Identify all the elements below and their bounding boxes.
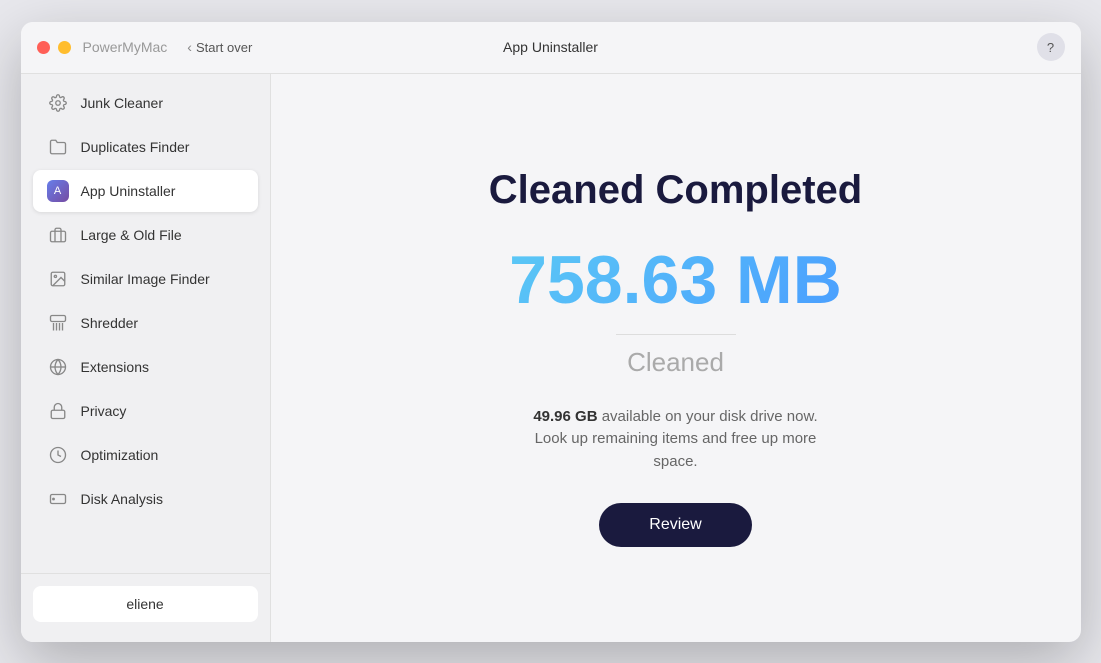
sidebar-item-similar-image-finder[interactable]: Similar Image Finder <box>33 258 258 300</box>
sidebar-item-label-disk-analysis: Disk Analysis <box>81 491 163 507</box>
app-name: PowerMyMac <box>83 39 168 55</box>
sidebar-item-app-uninstaller[interactable]: A App Uninstaller <box>33 170 258 212</box>
sidebar-item-label-shredder: Shredder <box>81 315 139 331</box>
user-profile[interactable]: eliene <box>33 586 258 622</box>
sidebar-item-duplicates-finder[interactable]: Duplicates Finder <box>33 126 258 168</box>
minimize-button[interactable] <box>58 41 71 54</box>
cleaned-amount: 758.63 MB <box>509 243 842 318</box>
shredder-icon <box>47 312 69 334</box>
disk-info: 49.96 GB available on your disk drive no… <box>516 406 836 474</box>
sidebar-item-label-duplicates-finder: Duplicates Finder <box>81 139 190 155</box>
extensions-icon <box>47 356 69 378</box>
sidebar-item-label-large-old-file: Large & Old File <box>81 227 182 243</box>
close-button[interactable] <box>37 41 50 54</box>
title-bar: PowerMyMac ‹ Start over App Uninstaller … <box>21 22 1081 74</box>
sidebar-item-label-app-uninstaller: App Uninstaller <box>81 183 176 199</box>
cleaned-label: Cleaned <box>627 347 724 378</box>
content-area: Cleaned Completed 758.63 MB Cleaned 49.9… <box>271 74 1081 642</box>
help-button[interactable]: ? <box>1037 33 1065 61</box>
gear-icon <box>47 92 69 114</box>
disk-size: 49.96 GB <box>533 408 597 425</box>
sidebar-footer: eliene <box>21 573 270 634</box>
folder-icon <box>47 136 69 158</box>
sidebar: Junk Cleaner Duplicates Finder A App Uninst… <box>21 74 271 642</box>
window-title: App Uninstaller <box>503 39 598 55</box>
sidebar-item-extensions[interactable]: Extensions <box>33 346 258 388</box>
sidebar-item-privacy[interactable]: Privacy <box>33 390 258 432</box>
sidebar-item-large-old-file[interactable]: Large & Old File <box>33 214 258 256</box>
start-over-label: Start over <box>196 40 252 55</box>
start-over-button[interactable]: ‹ Start over <box>187 39 252 55</box>
sidebar-item-label-optimization: Optimization <box>81 447 159 463</box>
disk-icon <box>47 488 69 510</box>
chevron-left-icon: ‹ <box>187 39 192 55</box>
image-icon <box>47 268 69 290</box>
sidebar-item-label-similar-image-finder: Similar Image Finder <box>81 271 210 287</box>
sidebar-item-optimization[interactable]: Optimization <box>33 434 258 476</box>
app-icon: A <box>47 180 69 202</box>
sidebar-item-junk-cleaner[interactable]: Junk Cleaner <box>33 82 258 124</box>
review-button[interactable]: Review <box>599 503 751 547</box>
sidebar-item-disk-analysis[interactable]: Disk Analysis <box>33 478 258 520</box>
lock-icon <box>47 400 69 422</box>
main-content: Junk Cleaner Duplicates Finder A App Uninst… <box>21 74 1081 642</box>
traffic-lights <box>37 41 71 54</box>
sidebar-items: Junk Cleaner Duplicates Finder A App Uninst… <box>21 82 270 565</box>
sidebar-item-label-extensions: Extensions <box>81 359 149 375</box>
optimization-icon <box>47 444 69 466</box>
result-container: Cleaned Completed 758.63 MB Cleaned 49.9… <box>489 168 862 547</box>
app-window: PowerMyMac ‹ Start over App Uninstaller … <box>21 22 1081 642</box>
briefcase-icon <box>47 224 69 246</box>
sidebar-item-label-junk-cleaner: Junk Cleaner <box>81 95 164 111</box>
sidebar-item-label-privacy: Privacy <box>81 403 127 419</box>
divider <box>616 334 736 335</box>
sidebar-item-shredder[interactable]: Shredder <box>33 302 258 344</box>
result-title: Cleaned Completed <box>489 168 862 213</box>
